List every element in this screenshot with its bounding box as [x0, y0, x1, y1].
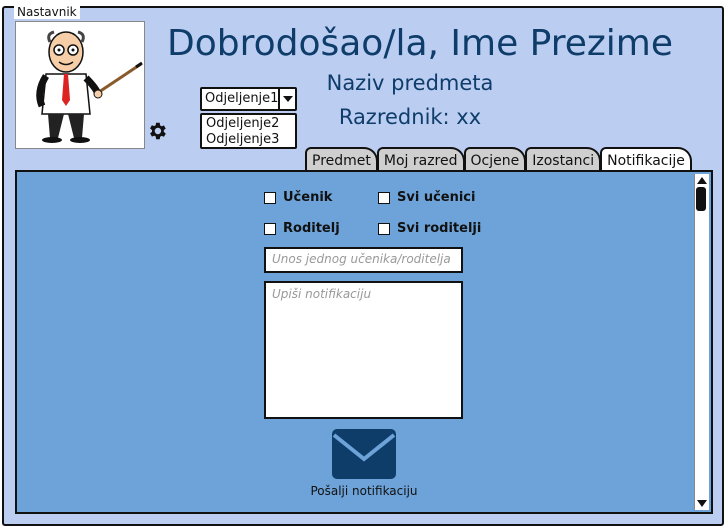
class-option[interactable]: Odjeljenje3 — [206, 132, 291, 148]
notification-textarea[interactable]: Upiši notifikaciju — [264, 281, 463, 419]
parent-checkbox[interactable]: Roditelj — [264, 221, 340, 236]
scroll-down-icon[interactable] — [697, 500, 707, 507]
scrollbar[interactable] — [694, 174, 709, 510]
class-options-list: Odjeljenje2 Odjeljenje3 — [200, 113, 297, 149]
all-parents-checkbox-label: Svi roditelji — [397, 221, 482, 236]
envelope-icon[interactable] — [332, 429, 396, 479]
teacher-avatar — [15, 21, 145, 149]
checkbox-box[interactable] — [378, 222, 390, 235]
class-option[interactable]: Odjeljenje2 — [206, 116, 291, 132]
checkbox-box[interactable] — [378, 191, 390, 204]
checkbox-box[interactable] — [264, 191, 276, 204]
tab-bar: Predmet Moj razred Ocjene Izostanci Noti… — [305, 145, 692, 173]
welcome-heading: Dobrodošao/la, Ime Prezime — [166, 23, 674, 64]
student-checkbox[interactable]: Učenik — [264, 190, 332, 205]
chevron-down-icon[interactable] — [278, 89, 295, 109]
all-students-checkbox[interactable]: Svi učenici — [378, 190, 475, 205]
class-select[interactable]: Odjeljenje1 — [200, 87, 297, 111]
single-recipient-input[interactable]: Unos jednog učenika/roditelja — [264, 247, 463, 273]
window-title: Nastavnik — [14, 5, 80, 19]
all-parents-checkbox[interactable]: Svi roditelji — [378, 221, 481, 236]
send-notification-button[interactable]: Pošalji notifikaciju — [290, 484, 438, 498]
scroll-thumb[interactable] — [696, 187, 706, 211]
checkbox-box[interactable] — [264, 222, 276, 235]
class-select-value: Odjeljenje1 — [205, 91, 279, 106]
scroll-up-icon[interactable] — [697, 177, 707, 184]
all-students-checkbox-label: Svi učenici — [397, 190, 476, 205]
parent-checkbox-label: Roditelj — [283, 221, 340, 236]
student-checkbox-label: Učenik — [283, 190, 333, 205]
